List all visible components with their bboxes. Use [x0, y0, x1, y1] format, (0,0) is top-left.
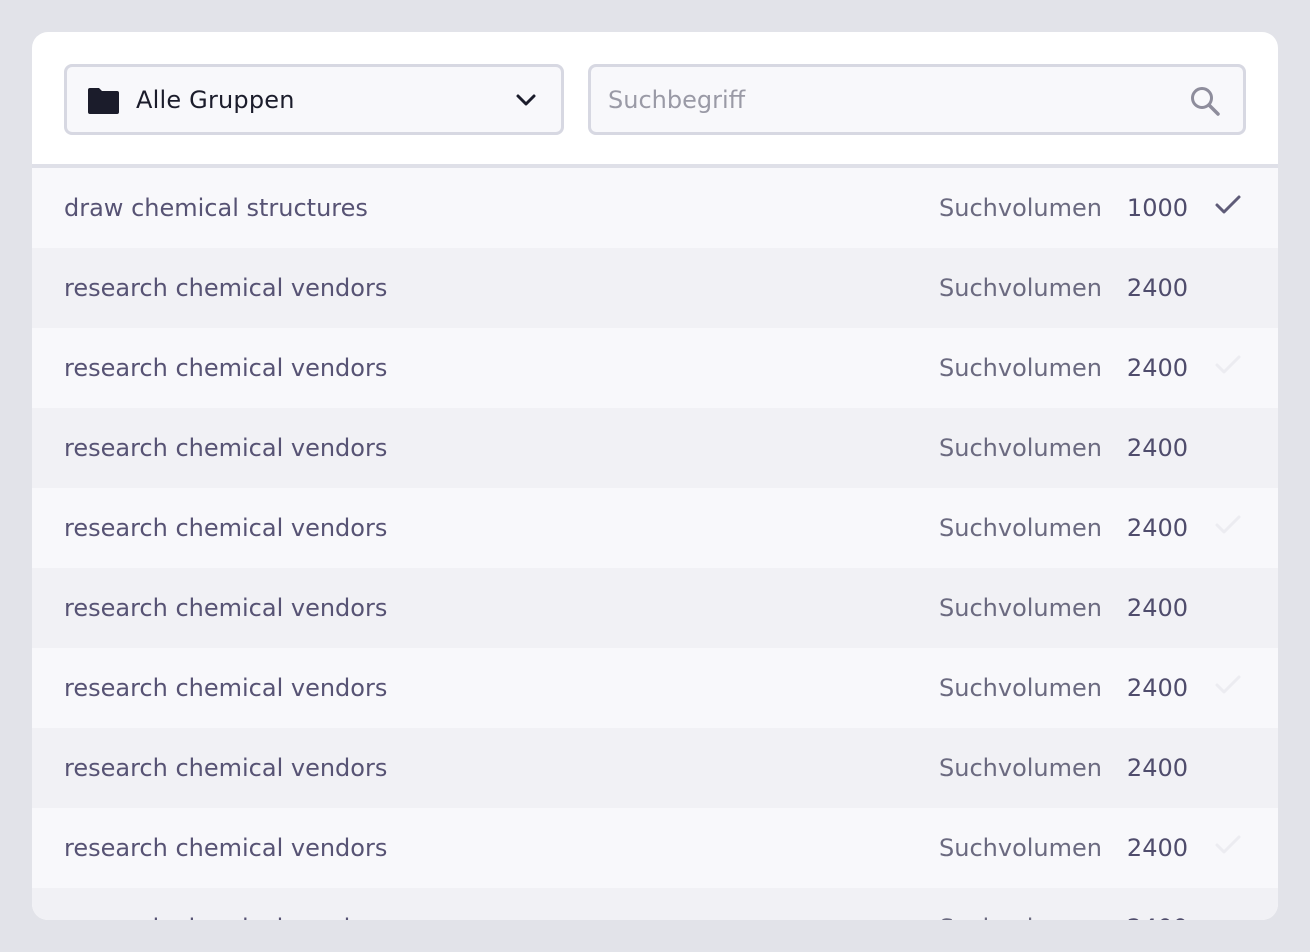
keyword-text: research chemical vendors	[64, 594, 388, 622]
keyword-text: research chemical vendors	[64, 514, 388, 542]
keyword-text: research chemical vendors	[64, 834, 388, 862]
search-volume-label: Suchvolumen	[939, 674, 1102, 702]
filter-toolbar: Alle Gruppen	[32, 32, 1278, 168]
keyword-text: draw chemical structures	[64, 194, 368, 222]
search-volume-label: Suchvolumen	[939, 434, 1102, 462]
keyword-list: draw chemical structures Suchvolumen 1000 r…	[32, 168, 1278, 920]
search-input[interactable]	[608, 81, 1168, 119]
keyword-text: research chemical vendors	[64, 434, 388, 462]
search-volume-value: 2400	[1126, 354, 1188, 382]
keyword-row[interactable]: research chemical vendors Suchvolumen 2400	[32, 648, 1278, 728]
keyword-row[interactable]: research chemical vendors Suchvolumen 2400	[32, 248, 1278, 328]
checkmark-icon[interactable]	[1214, 674, 1242, 696]
folder-icon	[88, 88, 119, 114]
search-volume-label: Suchvolumen	[939, 834, 1102, 862]
keyword-row[interactable]: research chemical vendors Suchvolumen 2400	[32, 568, 1278, 648]
keyword-row[interactable]: research chemical vendors Suchvolumen 2400	[32, 728, 1278, 808]
keyword-text: research chemical vendors	[64, 754, 388, 782]
keyword-row[interactable]: research chemical vendors Suchvolumen 2400	[32, 808, 1278, 888]
search-volume-label: Suchvolumen	[939, 754, 1102, 782]
search-volume-value: 2400	[1126, 834, 1188, 862]
search-volume-value: 2400	[1126, 274, 1188, 302]
search-volume-label: Suchvolumen	[939, 594, 1102, 622]
checkmark-icon[interactable]	[1214, 194, 1242, 216]
search-box	[588, 64, 1246, 135]
search-volume-label: Suchvolumen	[939, 912, 1102, 920]
checkmark-icon[interactable]	[1214, 354, 1242, 376]
keyword-text: research chemical vendors	[64, 674, 388, 702]
search-volume-value: 2400	[1126, 514, 1188, 542]
checkmark-icon[interactable]	[1214, 514, 1242, 536]
group-select[interactable]: Alle Gruppen	[64, 64, 564, 135]
search-volume-value: 2400	[1127, 912, 1188, 920]
search-volume-label: Suchvolumen	[939, 514, 1102, 542]
keyword-panel: Alle Gruppen draw chemical structures Suc…	[32, 32, 1278, 920]
chevron-down-icon	[516, 94, 536, 106]
keyword-row[interactable]: research chemical vendors Suchvolumen 2400	[32, 888, 1278, 920]
search-volume-value: 2400	[1126, 434, 1188, 462]
search-volume-value: 2400	[1126, 594, 1188, 622]
search-volume-label: Suchvolumen	[939, 194, 1102, 222]
search-volume-value: 2400	[1126, 754, 1188, 782]
checkmark-icon[interactable]	[1214, 834, 1242, 856]
keyword-text: research chemical vendors	[64, 354, 388, 382]
keyword-row[interactable]: research chemical vendors Suchvolumen 2400	[32, 328, 1278, 408]
search-volume-label: Suchvolumen	[939, 354, 1102, 382]
group-select-label: Alle Gruppen	[136, 86, 295, 114]
keyword-row[interactable]: research chemical vendors Suchvolumen 2400	[32, 488, 1278, 568]
keyword-row[interactable]: research chemical vendors Suchvolumen 2400	[32, 408, 1278, 488]
search-volume-value: 1000	[1126, 194, 1188, 222]
search-volume-label: Suchvolumen	[939, 274, 1102, 302]
search-volume-value: 2400	[1126, 674, 1188, 702]
keyword-row[interactable]: draw chemical structures Suchvolumen 1000	[32, 168, 1278, 248]
search-icon[interactable]	[1189, 85, 1221, 117]
keyword-text: research chemical vendors	[64, 274, 388, 302]
keyword-text: research chemical vendors	[64, 912, 387, 920]
